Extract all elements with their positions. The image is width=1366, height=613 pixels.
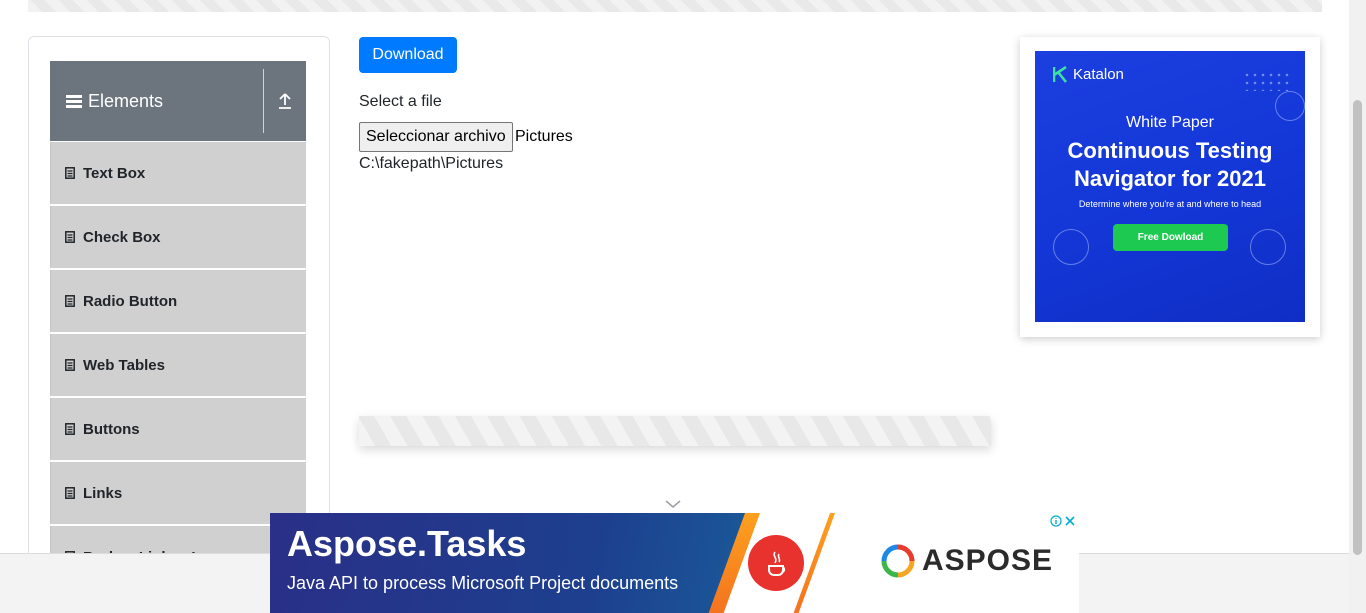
menu-item-label: Links	[83, 484, 123, 502]
top-banner-strip	[28, 0, 1322, 12]
aspose-ad-title: Aspose.Tasks	[287, 523, 527, 564]
ad-circle-decoration	[1053, 229, 1089, 265]
document-icon	[65, 167, 75, 179]
left-nav-panel: Elements Text Box Check Box Radio Button	[28, 36, 330, 596]
selected-file-name: Pictures	[515, 128, 573, 145]
group-title-label: Elements	[88, 90, 164, 111]
ad-title-line2: Navigator for 2021	[1074, 166, 1266, 191]
chevron-down-icon[interactable]	[665, 499, 681, 509]
menu-item-label: Check Box	[83, 228, 161, 246]
java-icon	[748, 535, 804, 591]
hamburger-icon	[66, 94, 82, 108]
katalon-brand: Katalon	[1073, 66, 1124, 83]
menu-item-label: Radio Button	[83, 292, 178, 310]
aspose-logo-icon	[881, 544, 915, 578]
close-icon[interactable]	[1064, 515, 1076, 527]
menu-list: Text Box Check Box Radio Button Web Tabl…	[50, 141, 306, 588]
ad-description: Determine where you're at and where to h…	[1078, 199, 1262, 209]
vertical-scrollbar[interactable]	[1349, 0, 1366, 613]
document-icon	[65, 231, 75, 243]
right-ad-frame: Katalon White Paper Continuous Testing N…	[1020, 37, 1320, 337]
menu-item-label: Buttons	[83, 420, 140, 438]
document-icon	[65, 295, 75, 307]
ad-circle-decoration	[1250, 229, 1286, 265]
katalon-ad[interactable]: Katalon White Paper Continuous Testing N…	[1035, 51, 1305, 322]
page: Elements Text Box Check Box Radio Button	[0, 0, 1366, 613]
uploaded-file-path: C:\fakepath\Pictures	[359, 155, 504, 172]
ad-title-line1: Continuous Testing	[1067, 138, 1273, 163]
menu-item-check-box[interactable]: Check Box	[50, 206, 306, 268]
katalon-logo-icon	[1053, 66, 1068, 83]
aspose-ad-subtitle: Java API to process Microsoft Project do…	[287, 573, 679, 593]
katalon-logo: Katalon	[1053, 66, 1124, 83]
group-title: Elements	[50, 91, 263, 112]
menu-item-label: Web Tables	[83, 356, 165, 374]
menu-item-buttons[interactable]: Buttons	[50, 398, 306, 460]
scrollbar-thumb[interactable]	[1353, 100, 1362, 555]
info-icon[interactable]	[1050, 514, 1062, 527]
elements-group-header[interactable]: Elements	[50, 61, 306, 141]
download-button[interactable]: Download	[359, 37, 457, 73]
menu-item-text-box[interactable]: Text Box	[50, 142, 306, 204]
choose-file-button[interactable]: Seleccionar archivo	[359, 122, 513, 152]
select-file-label: Select a file	[359, 93, 442, 110]
upload-icon[interactable]	[264, 92, 306, 110]
menu-item-web-tables[interactable]: Web Tables	[50, 334, 306, 396]
ad-dots-decoration	[1243, 71, 1293, 91]
menu-item-label: Text Box	[83, 164, 146, 182]
ad-title: Continuous Testing Navigator for 2021	[1035, 137, 1305, 193]
mid-ad-banner	[359, 416, 991, 446]
document-icon	[65, 487, 75, 499]
menu-item-radio-button[interactable]: Radio Button	[50, 270, 306, 332]
aspose-brand: ASPOSE	[922, 544, 1054, 577]
aspose-logo: ASPOSE	[880, 543, 1053, 579]
document-icon	[65, 359, 75, 371]
aspose-ad[interactable]: Aspose.Tasks Java API to process Microso…	[270, 513, 1079, 613]
document-icon	[65, 423, 75, 435]
ad-choices[interactable]	[1048, 513, 1078, 528]
menu-item-links[interactable]: Links	[50, 462, 306, 524]
ad-cta-button[interactable]: Free Dowload	[1113, 224, 1228, 251]
ad-subtitle: White Paper	[1125, 114, 1215, 131]
